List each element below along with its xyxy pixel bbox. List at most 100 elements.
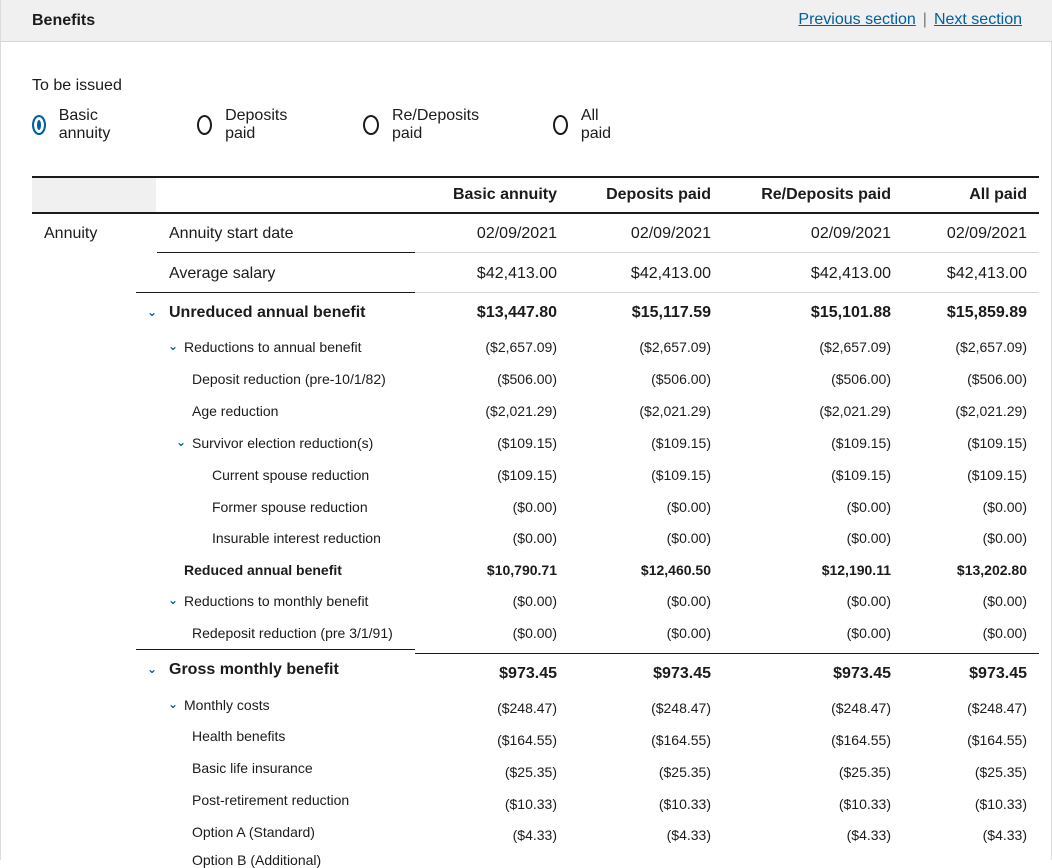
cell-deposits: ($0.00) [666, 530, 711, 546]
cell-basic: ($248.47) [497, 700, 557, 716]
cell-basic: $973.45 [499, 665, 557, 682]
column-header-all-paid: All paid [969, 186, 1027, 203]
row-divider [136, 292, 415, 293]
cell-redeposits: ($164.55) [831, 732, 891, 748]
row-divider [136, 649, 415, 650]
row-label: Former spouse reduction [212, 499, 368, 515]
radio-redeposits-paid[interactable]: Re/Deposits paid [363, 107, 483, 142]
row-label: Health benefits [192, 728, 286, 744]
row-label: Option B (Additional) [192, 852, 322, 868]
previous-section-link[interactable]: Previous section [798, 11, 915, 28]
cell-redeposits: ($10.33) [838, 796, 891, 812]
cell-basic: ($109.15) [497, 467, 557, 483]
cell-redeposits: ($0.00) [846, 499, 891, 515]
column-header-redeposits-paid: Re/Deposits paid [761, 186, 891, 203]
cell-basic: $42,413.00 [476, 265, 557, 282]
cell-basic: ($2,657.09) [485, 339, 557, 355]
radio-unselected-icon[interactable] [553, 115, 568, 135]
cell-basic: ($506.00) [497, 371, 557, 387]
cell-redeposits: $42,413.00 [810, 265, 891, 282]
row-label: Age reduction [192, 403, 279, 419]
chevron-down-icon[interactable]: ⌄ [168, 697, 178, 711]
cell-deposits: $15,117.59 [631, 304, 711, 321]
radio-label: Re/Deposits paid [391, 107, 480, 142]
cell-all: ($248.47) [967, 700, 1027, 716]
radio-all-paid[interactable]: All paid [553, 107, 616, 142]
row-label: Reduced annual benefit [184, 562, 342, 578]
row-label: Current spouse reduction [212, 467, 370, 483]
column-header-basic-annuity: Basic annuity [452, 186, 557, 203]
row-divider [415, 252, 1039, 253]
cell-basic: ($109.15) [497, 435, 557, 451]
cell-all: ($109.15) [967, 435, 1027, 451]
radio-label: Deposits paid [225, 107, 288, 142]
cell-all: ($0.00) [982, 530, 1027, 546]
cell-basic: ($0.00) [512, 530, 557, 546]
table-corner [32, 178, 156, 212]
cell-redeposits: ($0.00) [846, 593, 891, 609]
row-divider [415, 292, 1039, 293]
cell-all: $42,413.00 [946, 265, 1027, 282]
chevron-down-icon[interactable]: ⌄ [147, 305, 157, 319]
section-header: Benefits Previous section | Next section [1, 0, 1052, 42]
cell-deposits: $12,460.50 [640, 562, 711, 578]
cell-deposits: ($164.55) [651, 732, 711, 748]
cell-deposits: ($109.15) [651, 435, 711, 451]
cell-redeposits: ($0.00) [846, 625, 891, 641]
cell-all: $13,202.80 [956, 562, 1027, 578]
cell-basic: ($0.00) [512, 499, 557, 515]
cell-basic: ($4.33) [512, 827, 557, 843]
cell-redeposits: ($0.00) [846, 530, 891, 546]
chevron-down-icon[interactable]: ⌄ [176, 435, 186, 449]
cell-deposits: ($2,021.29) [639, 403, 711, 419]
row-label: Annuity start date [169, 225, 294, 242]
next-section-link[interactable]: Next section [934, 11, 1022, 28]
cell-redeposits: ($506.00) [831, 371, 891, 387]
nav-separator: | [922, 11, 927, 28]
cell-redeposits: ($2,021.29) [819, 403, 891, 419]
cell-deposits: $42,413.00 [630, 265, 711, 282]
chevron-down-icon[interactable]: ⌄ [168, 339, 178, 353]
cell-deposits: $973.45 [653, 665, 711, 682]
benefits-panel: Benefits Previous section | Next section T… [0, 0, 1052, 868]
cell-basic: ($25.35) [504, 764, 557, 780]
section-title: Benefits [32, 12, 96, 29]
cell-all: ($25.35) [974, 764, 1027, 780]
cell-basic: ($2,021.29) [485, 403, 557, 419]
row-label: Reductions to annual benefit [184, 339, 362, 355]
cell-deposits: ($2,657.09) [639, 339, 711, 355]
table-header: Basic annuity Deposits paid Re/Deposits … [32, 178, 1039, 212]
radio-deposits-paid[interactable]: Deposits paid [197, 107, 292, 142]
cell-redeposits: ($25.35) [838, 764, 891, 780]
radio-basic-annuity[interactable]: Basic annuity [32, 107, 117, 142]
row-label: Monthly costs [184, 697, 270, 713]
cell-all: ($4.33) [982, 827, 1027, 843]
radio-unselected-icon[interactable] [197, 115, 213, 135]
cell-redeposits: $15,101.88 [810, 304, 891, 321]
cell-basic: ($0.00) [512, 625, 557, 641]
chevron-down-icon[interactable]: ⌄ [168, 593, 178, 607]
cell-redeposits: 02/09/2021 [810, 225, 891, 242]
cell-deposits: ($25.35) [658, 764, 711, 780]
cell-all: $15,859.89 [946, 304, 1027, 321]
radio-selected-icon[interactable] [32, 115, 46, 135]
radio-unselected-icon[interactable] [363, 115, 379, 135]
row-label: Redeposit reduction (pre 3/1/91) [192, 625, 393, 641]
section-nav: Previous section | Next section [798, 11, 1022, 29]
row-label: Basic life insurance [192, 760, 313, 776]
cell-basic: ($164.55) [497, 732, 557, 748]
cell-redeposits: $973.45 [833, 665, 891, 682]
radio-label: Basic annuity [58, 107, 111, 142]
row-divider [415, 653, 1039, 654]
cell-redeposits: ($2,657.09) [819, 339, 891, 355]
cell-all: ($0.00) [982, 593, 1027, 609]
cell-deposits: ($506.00) [651, 371, 711, 387]
cell-redeposits: $12,190.11 [821, 562, 891, 578]
cell-all: ($0.00) [982, 499, 1027, 515]
chevron-down-icon[interactable]: ⌄ [147, 662, 157, 676]
radio-label: All paid [580, 107, 612, 142]
cell-basic: $10,790.71 [486, 562, 557, 578]
row-label: Deposit reduction (pre-10/1/82) [192, 371, 386, 387]
cell-all: ($10.33) [974, 796, 1027, 812]
cell-basic: $13,447.80 [476, 304, 557, 321]
